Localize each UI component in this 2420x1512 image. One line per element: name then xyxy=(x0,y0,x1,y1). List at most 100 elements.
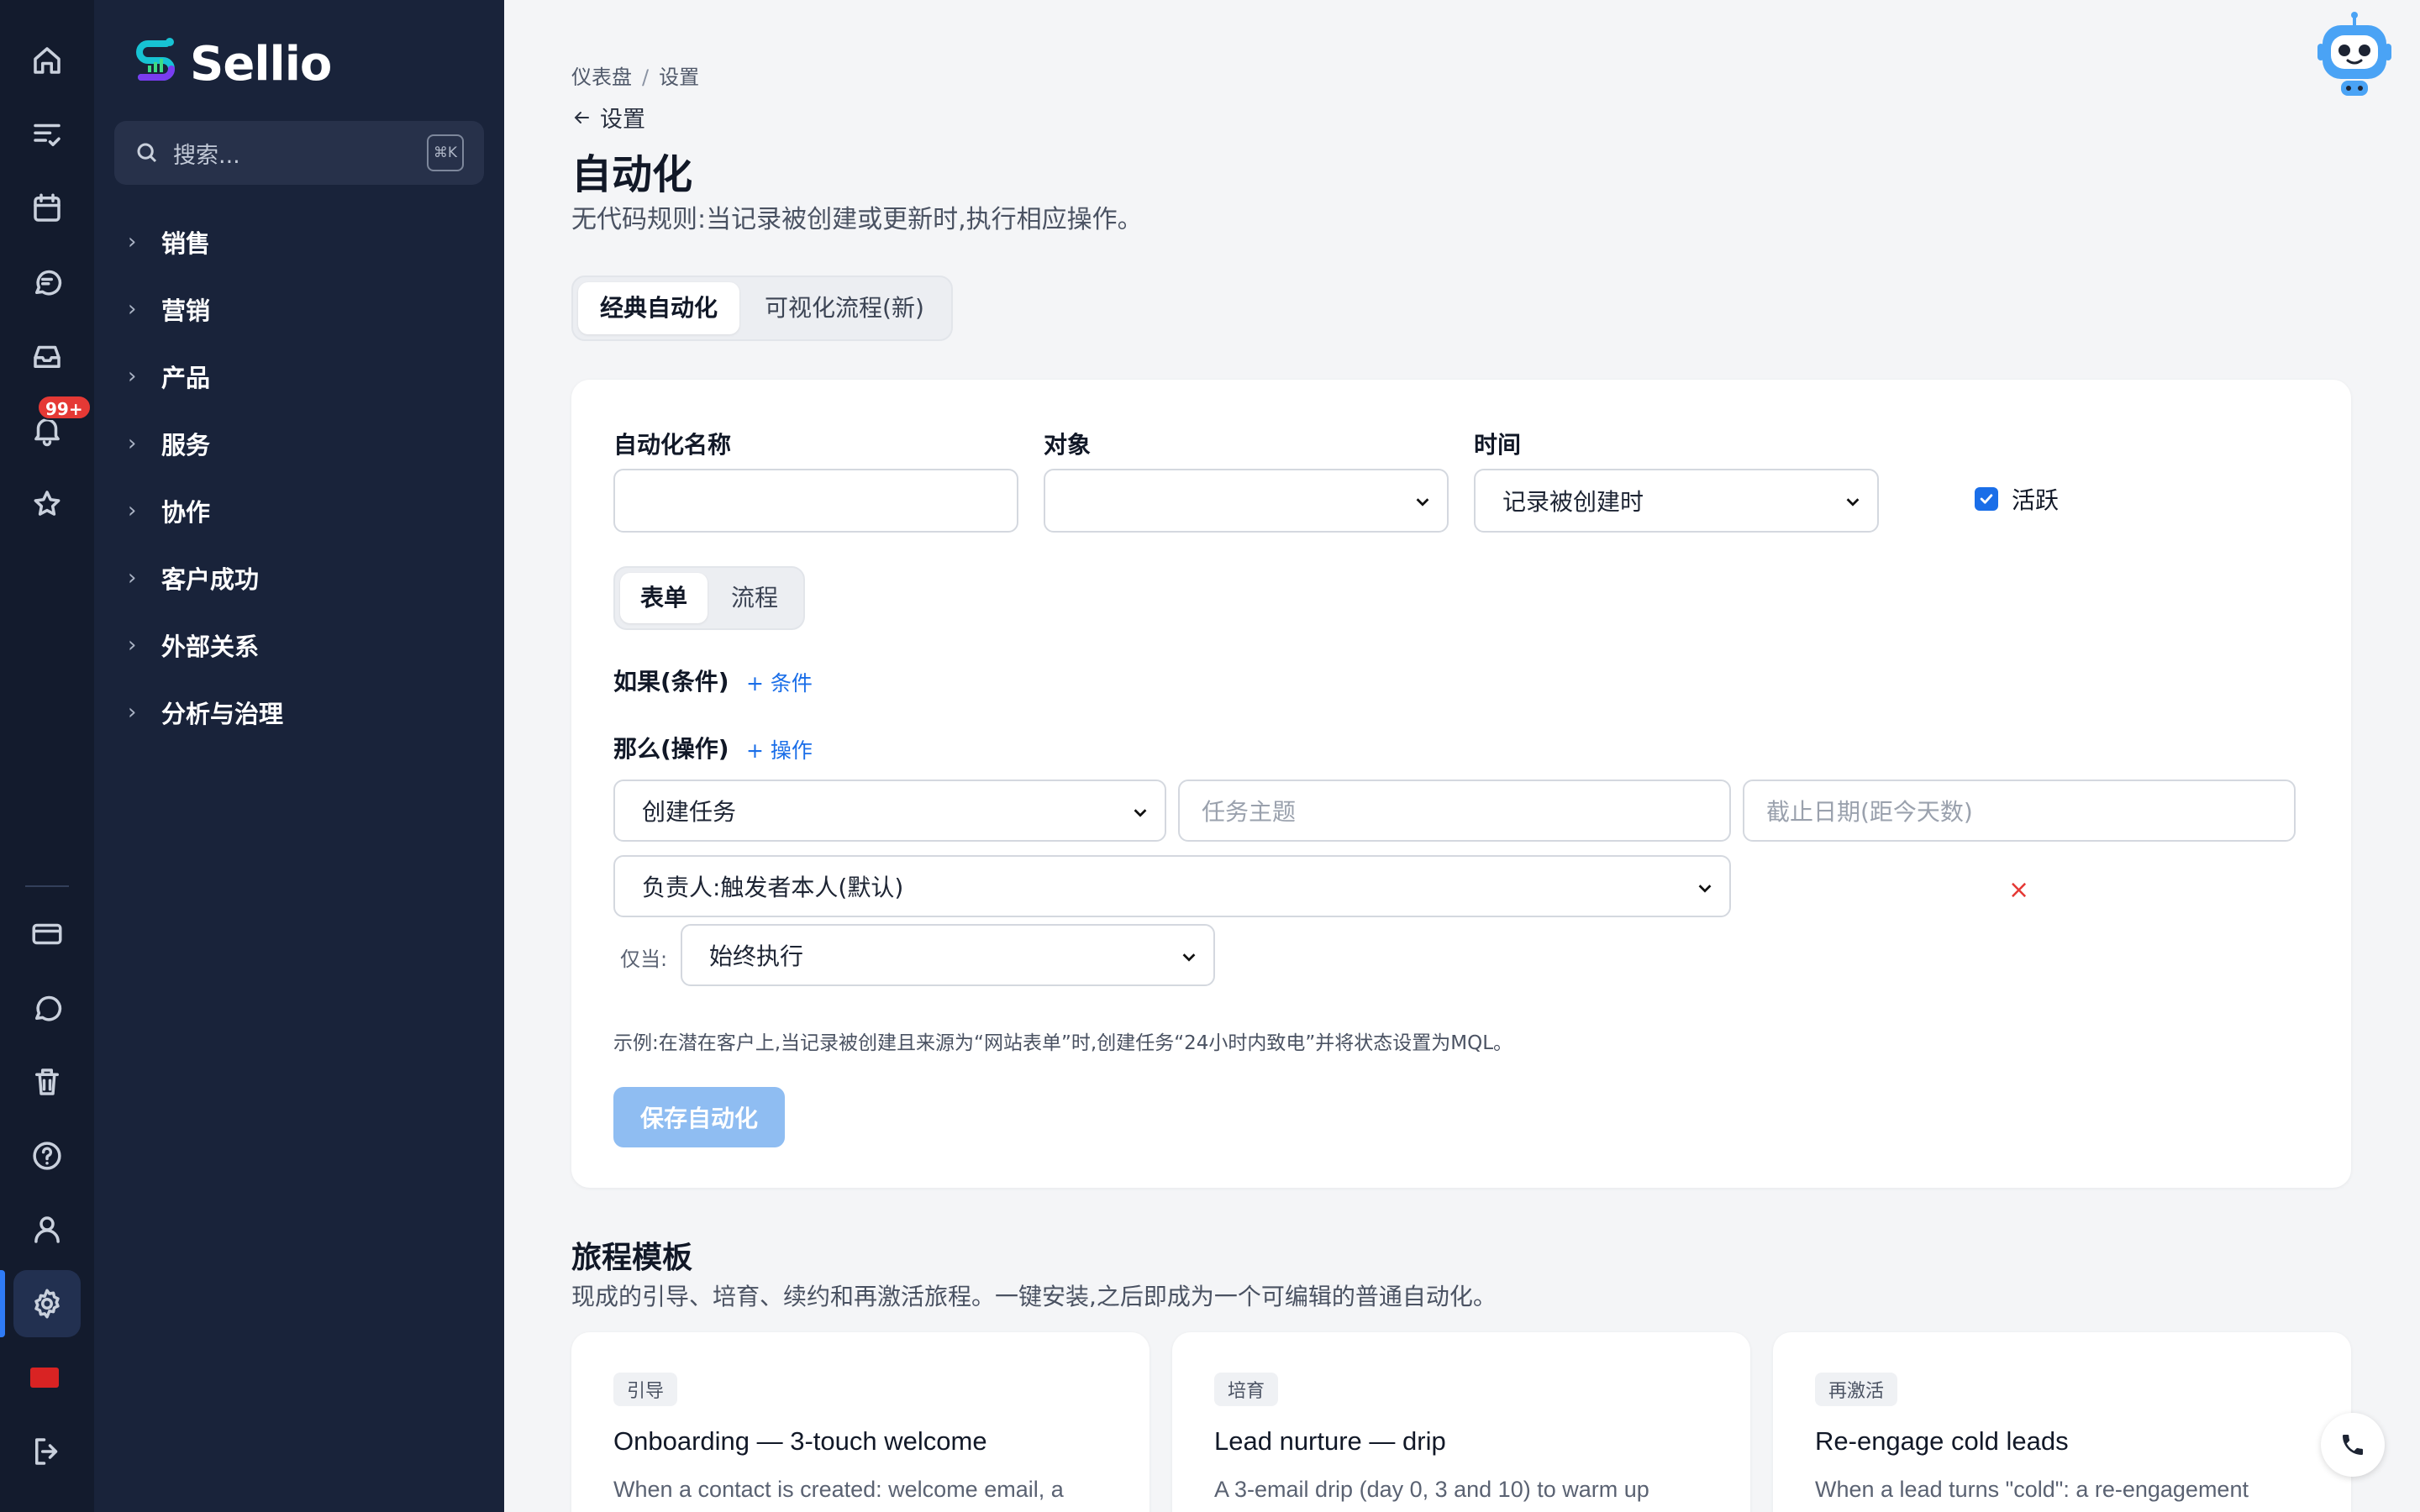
rail-divider xyxy=(25,885,69,887)
templates-title: 旅程模板 xyxy=(571,1241,693,1275)
template-desc: When a lead turns "cold": a re-engagemen… xyxy=(1815,1477,2249,1502)
time-select[interactable]: 记录被创建时 xyxy=(1474,469,1879,533)
template-card-reengage[interactable]: 再激活 Re-engage cold leads When a lead tur… xyxy=(1773,1332,2351,1512)
action-type-select[interactable]: 创建任务 xyxy=(613,780,1166,842)
breadcrumb-settings[interactable]: 设置 xyxy=(659,66,699,89)
template-card-nurture[interactable]: 培育 Lead nurture — drip A 3-email drip (d… xyxy=(1172,1332,1750,1512)
sidebar-item-external-relations[interactable]: › 外部关系 xyxy=(128,612,283,679)
owner-select[interactable]: 负责人:触发者本人(默认) xyxy=(613,855,1731,917)
object-select[interactable] xyxy=(1044,469,1449,533)
page-title: 自动化 xyxy=(571,151,693,198)
sidebar-item-label: 协作 xyxy=(161,498,211,527)
sidebar-item-analytics[interactable]: › 分析与治理 xyxy=(128,679,283,746)
breadcrumb: 仪表盘 / 设置 xyxy=(571,60,699,90)
breadcrumb-dashboard[interactable]: 仪表盘 xyxy=(571,66,632,89)
example-hint: 示例:在潜在客户上,当记录被创建且来源为“网站表单”时,创建任务“24小时内致电… xyxy=(613,1032,1513,1054)
chevron-down-icon xyxy=(1134,809,1147,817)
chevron-right-icon: › xyxy=(128,700,137,725)
phone-button[interactable] xyxy=(2321,1413,2385,1477)
home-icon[interactable] xyxy=(13,27,81,94)
sidebar-item-collaboration[interactable]: › 协作 xyxy=(128,477,283,544)
comment-icon[interactable] xyxy=(13,974,81,1042)
time-label: 时间 xyxy=(1474,431,1522,459)
sidebar-item-label: 产品 xyxy=(161,364,211,392)
time-select-value: 记录被创建时 xyxy=(1502,488,1644,516)
back-link[interactable]: 设置 xyxy=(571,101,645,134)
template-tag: 培育 xyxy=(1214,1373,1279,1406)
logout-icon[interactable] xyxy=(13,1418,81,1485)
tasks-icon[interactable] xyxy=(13,101,81,168)
template-title: Lead nurture — drip xyxy=(1214,1426,1446,1456)
trash-icon[interactable] xyxy=(13,1048,81,1116)
user-icon[interactable] xyxy=(13,1196,81,1263)
tab-flow[interactable]: 流程 xyxy=(711,573,798,623)
only-when-label: 仅当: xyxy=(620,948,668,971)
rail-active-indicator xyxy=(0,1270,5,1337)
template-title: Re-engage cold leads xyxy=(1815,1426,2069,1456)
chevron-down-icon xyxy=(1698,885,1712,893)
automation-form-card: 自动化名称 对象 时间 记录被创建时 活跃 表单 流程 如果(条件) + 条件 … xyxy=(571,380,2351,1188)
due-date-input[interactable]: 截止日期(距今天数) xyxy=(1743,780,2296,842)
brand-logo[interactable]: Sellio xyxy=(129,34,332,94)
template-card-onboarding[interactable]: 引导 Onboarding — 3-touch welcome When a c… xyxy=(571,1332,1150,1512)
add-condition-link[interactable]: + 条件 xyxy=(746,667,813,697)
save-automation-button[interactable]: 保存自动化 xyxy=(613,1087,786,1147)
calendar-icon[interactable] xyxy=(13,175,81,242)
tab-form[interactable]: 表单 xyxy=(620,573,708,623)
active-label: 活跃 xyxy=(2012,486,2060,514)
task-subject-input[interactable]: 任务主题 xyxy=(1178,780,1731,842)
flag-icon[interactable] xyxy=(30,1368,59,1388)
if-conditions-label: 如果(条件) xyxy=(613,668,729,696)
brand-name: Sellio xyxy=(190,36,332,92)
sidebar-item-service[interactable]: › 服务 xyxy=(128,410,283,477)
chevron-right-icon: › xyxy=(128,565,137,591)
search-input[interactable]: 搜索... xyxy=(173,137,427,170)
sidebar-item-label: 外部关系 xyxy=(161,633,260,661)
breadcrumb-separator: / xyxy=(642,66,650,89)
help-icon[interactable] xyxy=(13,1122,81,1189)
inbox-icon[interactable] xyxy=(13,323,81,390)
automation-name-input[interactable] xyxy=(613,469,1018,533)
owner-select-value: 负责人:触发者本人(默认) xyxy=(642,874,904,901)
main-content: 仪表盘 / 设置 设置 自动化 无代码规则:当记录被创建或更新时,执行相应操作。 经… xyxy=(504,0,2420,1512)
billing-icon[interactable] xyxy=(13,900,81,968)
only-when-value: 始终执行 xyxy=(709,942,804,970)
star-icon[interactable] xyxy=(13,470,81,538)
arrow-left-icon xyxy=(574,111,589,123)
chevron-down-icon xyxy=(1416,498,1429,507)
template-title: Onboarding — 3-touch welcome xyxy=(613,1426,987,1456)
chevron-right-icon: › xyxy=(128,229,137,255)
sidebar-item-label: 营销 xyxy=(161,297,211,325)
search-shortcut: ⌘K xyxy=(427,134,464,171)
sellio-logo-icon xyxy=(136,38,175,81)
sidebar-item-sales[interactable]: › 销售 xyxy=(128,208,283,276)
tab-classic-automation[interactable]: 经典自动化 xyxy=(578,282,740,334)
assistant-robot-icon[interactable] xyxy=(2316,10,2393,97)
template-tag: 再激活 xyxy=(1815,1373,1898,1406)
sidebar-item-customer-success[interactable]: › 客户成功 xyxy=(128,544,283,612)
sidebar-search[interactable]: 搜索... ⌘K xyxy=(114,121,484,185)
automation-type-tabs: 经典自动化 可视化流程(新) xyxy=(571,276,953,341)
sidebar-item-marketing[interactable]: › 营销 xyxy=(128,276,283,343)
name-label: 自动化名称 xyxy=(613,431,732,459)
sidebar-item-label: 客户成功 xyxy=(161,565,260,594)
only-when-select[interactable]: 始终执行 xyxy=(681,924,1215,986)
icon-rail: 99+ xyxy=(0,0,94,1512)
object-label: 对象 xyxy=(1044,431,1092,459)
sidebar-item-products[interactable]: › 产品 xyxy=(128,343,283,410)
tab-visual-flow[interactable]: 可视化流程(新) xyxy=(743,282,946,334)
template-desc: A 3-email drip (day 0, 3 and 10) to warm… xyxy=(1214,1477,1649,1502)
check-icon xyxy=(1980,494,1993,504)
chevron-right-icon: › xyxy=(128,498,137,523)
active-checkbox[interactable] xyxy=(1975,487,1998,511)
action-type-value: 创建任务 xyxy=(642,798,737,826)
search-icon xyxy=(137,143,157,163)
add-action-link[interactable]: + 操作 xyxy=(746,734,813,764)
template-desc: When a contact is created: welcome email… xyxy=(613,1477,1064,1502)
remove-action-button[interactable]: × xyxy=(2008,875,2029,905)
gear-icon[interactable] xyxy=(13,1270,81,1337)
chevron-down-icon xyxy=(1846,498,1860,507)
chat-icon[interactable] xyxy=(13,249,81,316)
template-tag: 引导 xyxy=(613,1373,678,1406)
then-actions-label: 那么(操作) xyxy=(613,735,729,763)
